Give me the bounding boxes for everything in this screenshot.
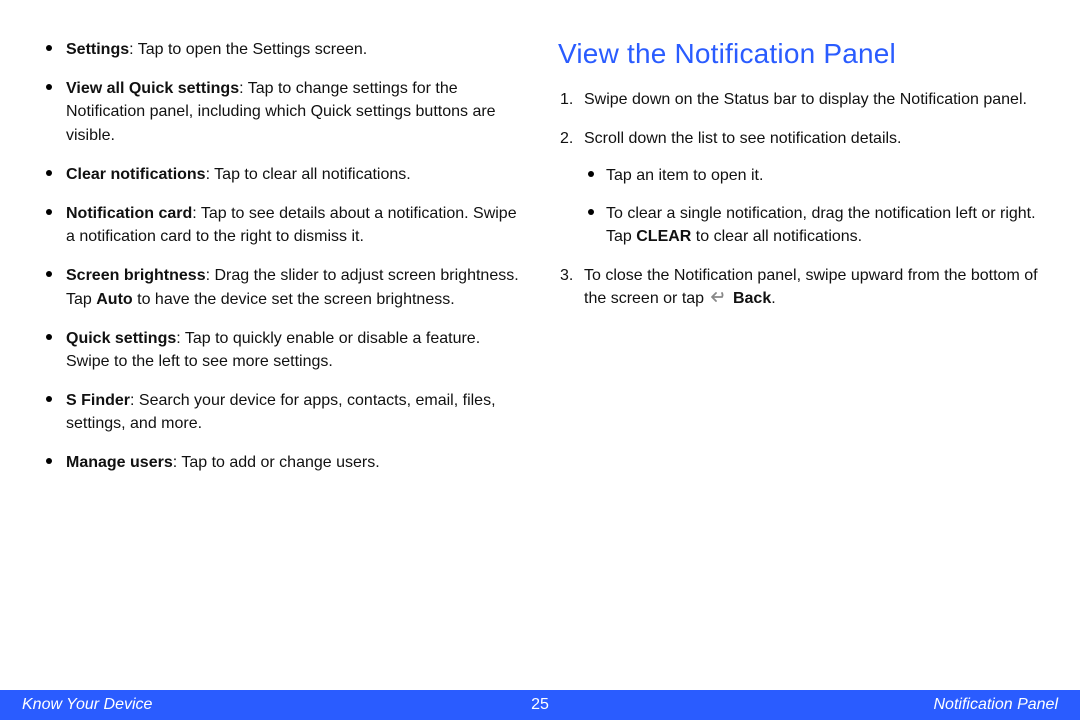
term: S Finder (66, 392, 130, 409)
list-item: Manage users: Tap to add or change users… (40, 451, 522, 474)
footer-page-number: 25 (531, 696, 549, 714)
term: Settings (66, 41, 129, 58)
two-column-layout: Settings: Tap to open the Settings scree… (40, 38, 1040, 491)
step-item: Scroll down the list to see notification… (558, 127, 1040, 248)
term: Manage users (66, 454, 173, 471)
step-text: To close the Notification panel, swipe u… (584, 267, 1038, 307)
list-item: Settings: Tap to open the Settings scree… (40, 38, 522, 61)
sub-list: Tap an item to open it. To clear a singl… (584, 164, 1040, 248)
left-column: Settings: Tap to open the Settings scree… (40, 38, 522, 491)
sub-item: To clear a single notification, drag the… (584, 202, 1040, 248)
sub-text: Tap an item to open it. (606, 167, 763, 184)
feature-list: Settings: Tap to open the Settings scree… (40, 38, 522, 475)
step-list: Swipe down on the Status bar to display … (558, 88, 1040, 312)
footer-right: Notification Panel (933, 696, 1058, 714)
desc: : Tap to open the Settings screen. (129, 41, 367, 58)
term: Clear notifications (66, 166, 206, 183)
step-item: To close the Notification panel, swipe u… (558, 264, 1040, 312)
list-item: Clear notifications: Tap to clear all no… (40, 163, 522, 186)
footer-left: Know Your Device (22, 696, 152, 714)
term: Screen brightness (66, 267, 206, 284)
sub-item: Tap an item to open it. (584, 164, 1040, 187)
step-text: Scroll down the list to see notification… (584, 130, 902, 147)
desc: : Search your device for apps, contacts,… (66, 392, 496, 432)
page-footer: Know Your Device 25 Notification Panel (0, 690, 1080, 720)
section-title: View the Notification Panel (558, 38, 1040, 70)
manual-page: Settings: Tap to open the Settings scree… (0, 0, 1080, 720)
step-item: Swipe down on the Status bar to display … (558, 88, 1040, 111)
term: Quick settings (66, 330, 176, 347)
desc: to have the device set the screen bright… (133, 291, 455, 308)
list-item: Notification card: Tap to see details ab… (40, 202, 522, 248)
desc: : Tap to add or change users. (173, 454, 380, 471)
term: Notification card (66, 205, 192, 222)
list-item: S Finder: Search your device for apps, c… (40, 389, 522, 435)
desc: : Tap to clear all notifications. (206, 166, 411, 183)
inline-bold: Back (733, 290, 771, 307)
step-text: Swipe down on the Status bar to display … (584, 91, 1027, 108)
list-item: Quick settings: Tap to quickly enable or… (40, 327, 522, 373)
inline-bold: CLEAR (636, 228, 691, 245)
step-text: . (771, 290, 775, 307)
back-icon (711, 289, 727, 312)
list-item: View all Quick settings: Tap to change s… (40, 77, 522, 147)
sub-text: to clear all notifications. (691, 228, 862, 245)
list-item: Screen brightness: Drag the slider to ad… (40, 264, 522, 310)
inline-bold: Auto (96, 291, 132, 308)
right-column: View the Notification Panel Swipe down o… (558, 38, 1040, 491)
term: View all Quick settings (66, 80, 239, 97)
